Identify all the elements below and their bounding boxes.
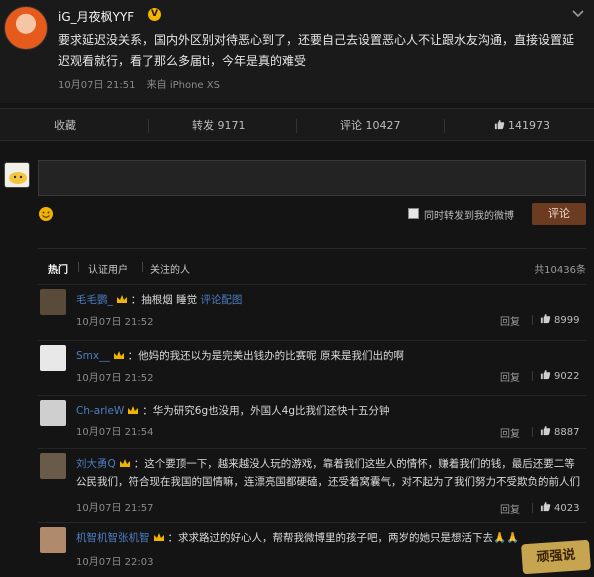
divider <box>148 119 149 133</box>
commenter-name[interactable]: 毛毛鹦_ <box>76 294 113 306</box>
comment-count-button[interactable]: 评论 10427 <box>340 109 401 142</box>
tab-verified[interactable]: 认证用户 <box>88 261 128 276</box>
my-avatar <box>4 162 30 188</box>
comment-text: ：华为研究6g也没用，外国人4g比我们还快十五分钟 <box>142 405 390 417</box>
chevron-down-icon[interactable] <box>570 5 586 21</box>
author-avatar[interactable] <box>4 6 48 50</box>
reply-button[interactable]: 回复 <box>500 313 520 328</box>
comment-time: 10月07日 21:52 <box>76 373 154 384</box>
comment-text: ：求求路过的好心人，帮帮我微博里的孩子吧，两岁的她只是想活下去🙏🙏 <box>167 532 520 544</box>
divider <box>532 371 533 381</box>
comment-tabs: 热门 认证用户 关注的人 共10436条 <box>38 248 586 284</box>
post-text: 要求延迟没关系，国内外区别对待恶心到了，还要自己去设置恶心人不让跟水友沟通，直接… <box>58 33 575 68</box>
reply-button[interactable]: 回复 <box>500 425 520 440</box>
divider <box>532 427 533 437</box>
commenter-name[interactable]: 刘大勇Q <box>76 458 116 470</box>
thumbs-up-icon <box>540 313 551 324</box>
emoji-icon[interactable] <box>38 206 54 222</box>
repost-checkbox-label[interactable]: 同时转发到我的微博 <box>424 207 514 222</box>
comment-body: Smx__ ：他妈的我还以为是完美出钱办的比赛呢 原来是我们出的啊 <box>76 347 581 365</box>
thumbs-up-icon <box>540 501 551 512</box>
reply-button[interactable]: 回复 <box>500 369 520 384</box>
commenter-name[interactable]: 机智机智张机智 <box>76 532 150 544</box>
comment-time: 10月07日 22:03 <box>76 557 154 568</box>
comment-body: Ch-arleW ：华为研究6g也没用，外国人4g比我们还快十五分钟 <box>76 402 581 420</box>
divider <box>532 503 533 513</box>
verified-badge-icon: V <box>148 8 161 21</box>
avatar[interactable] <box>40 400 66 426</box>
comment-like-button[interactable]: 8887 <box>540 425 579 438</box>
crown-icon <box>116 295 127 303</box>
like-count: 8999 <box>554 315 580 326</box>
post-time[interactable]: 10月07日 21:51 <box>58 80 135 91</box>
like-count: 4023 <box>554 503 580 514</box>
comment-body: 毛毛鹦_ ：抽根烟 睡觉 评论配图 <box>76 291 581 309</box>
comment-text: ：抽根烟 睡觉 <box>130 294 198 306</box>
comment-time: 10月07日 21:57 <box>76 503 154 514</box>
avatar[interactable] <box>40 453 66 479</box>
comment-item: 机智机智张机智 ：求求路过的好心人，帮帮我微博里的孩子吧，两岁的她只是想活下去🙏🙏… <box>38 522 586 577</box>
comment-text: ：他妈的我还以为是完美出钱办的比赛呢 原来是我们出的啊 <box>127 350 404 362</box>
crown-icon <box>119 459 130 467</box>
comment-like-button[interactable]: 4023 <box>540 501 579 514</box>
comment-item: 刘大勇Q ：这个要顶一下，越来越没人玩的游戏，靠着我们这些人的情怀，赚着我们的钱，… <box>38 448 586 522</box>
comment-time: 10月07日 21:54 <box>76 427 154 438</box>
like-button[interactable]: 141973 <box>494 109 550 142</box>
author-name[interactable]: iG_月夜枫YYF <box>58 8 134 25</box>
weibo-post: iG_月夜枫YYF V 要求延迟没关系，国内外区别对待恶心到了，还要自己去设置恶… <box>0 0 594 103</box>
comment-item: Smx__ ：他妈的我还以为是完美出钱办的比赛呢 原来是我们出的啊 10月07日 … <box>38 340 586 395</box>
thumbs-up-icon <box>494 119 505 130</box>
commenter-name[interactable]: Ch-arleW <box>76 405 124 417</box>
comment-image-link[interactable]: 评论配图 <box>200 294 242 306</box>
avatar[interactable] <box>40 527 66 553</box>
like-count: 9022 <box>554 371 580 382</box>
tab-hot[interactable]: 热门 <box>48 261 68 276</box>
crown-icon <box>128 406 139 414</box>
action-bar: 收藏 转发 9171 评论 10427 141973 <box>0 108 594 141</box>
reply-button[interactable]: 回复 <box>500 501 520 516</box>
avatar[interactable] <box>40 289 66 315</box>
post-source: 来自 iPhone XS <box>146 80 220 91</box>
avatar[interactable] <box>40 345 66 371</box>
comment-item: Ch-arleW ：华为研究6g也没用，外国人4g比我们还快十五分钟 10月07日… <box>38 395 586 448</box>
crown-icon <box>153 533 164 541</box>
submit-comment-button[interactable]: 评论 <box>532 203 586 225</box>
divider <box>532 315 533 325</box>
comment-text: ：这个要顶一下，越来越没人玩的游戏，靠着我们这些人的情怀，赚着我们的钱，最后还要… <box>76 458 580 488</box>
tab-following[interactable]: 关注的人 <box>150 261 190 276</box>
watermark-logo: 顽强说 <box>521 539 591 575</box>
thumbs-up-icon <box>540 425 551 436</box>
repost-button[interactable]: 转发 9171 <box>192 109 246 142</box>
commenter-name[interactable]: Smx__ <box>76 350 110 362</box>
comment-time: 10月07日 21:52 <box>76 317 154 328</box>
comment-body: 刘大勇Q ：这个要顶一下，越来越没人玩的游戏，靠着我们这些人的情怀，赚着我们的钱，… <box>76 455 581 491</box>
divider <box>444 119 445 133</box>
divider <box>142 262 143 272</box>
comment-item: 毛毛鹦_ ：抽根烟 睡觉 评论配图 10月07日 21:52 回复 8999 <box>38 284 586 340</box>
comment-like-button[interactable]: 9022 <box>540 369 579 382</box>
post-meta: 10月07日 21:51 来自 iPhone XS <box>58 76 220 91</box>
divider <box>296 119 297 133</box>
comment-input[interactable] <box>38 160 586 196</box>
like-count: 141973 <box>508 119 550 132</box>
comment-body: 机智机智张机智 ：求求路过的好心人，帮帮我微博里的孩子吧，两岁的她只是想活下去🙏🙏 <box>76 529 581 547</box>
collect-button[interactable]: 收藏 <box>54 109 76 142</box>
repost-checkbox[interactable] <box>408 208 419 219</box>
crown-icon <box>113 351 124 359</box>
thumbs-up-icon <box>540 369 551 380</box>
like-count: 8887 <box>554 427 580 438</box>
comment-like-button[interactable]: 8999 <box>540 313 579 326</box>
comment-total: 共10436条 <box>534 265 586 276</box>
divider <box>78 262 79 272</box>
